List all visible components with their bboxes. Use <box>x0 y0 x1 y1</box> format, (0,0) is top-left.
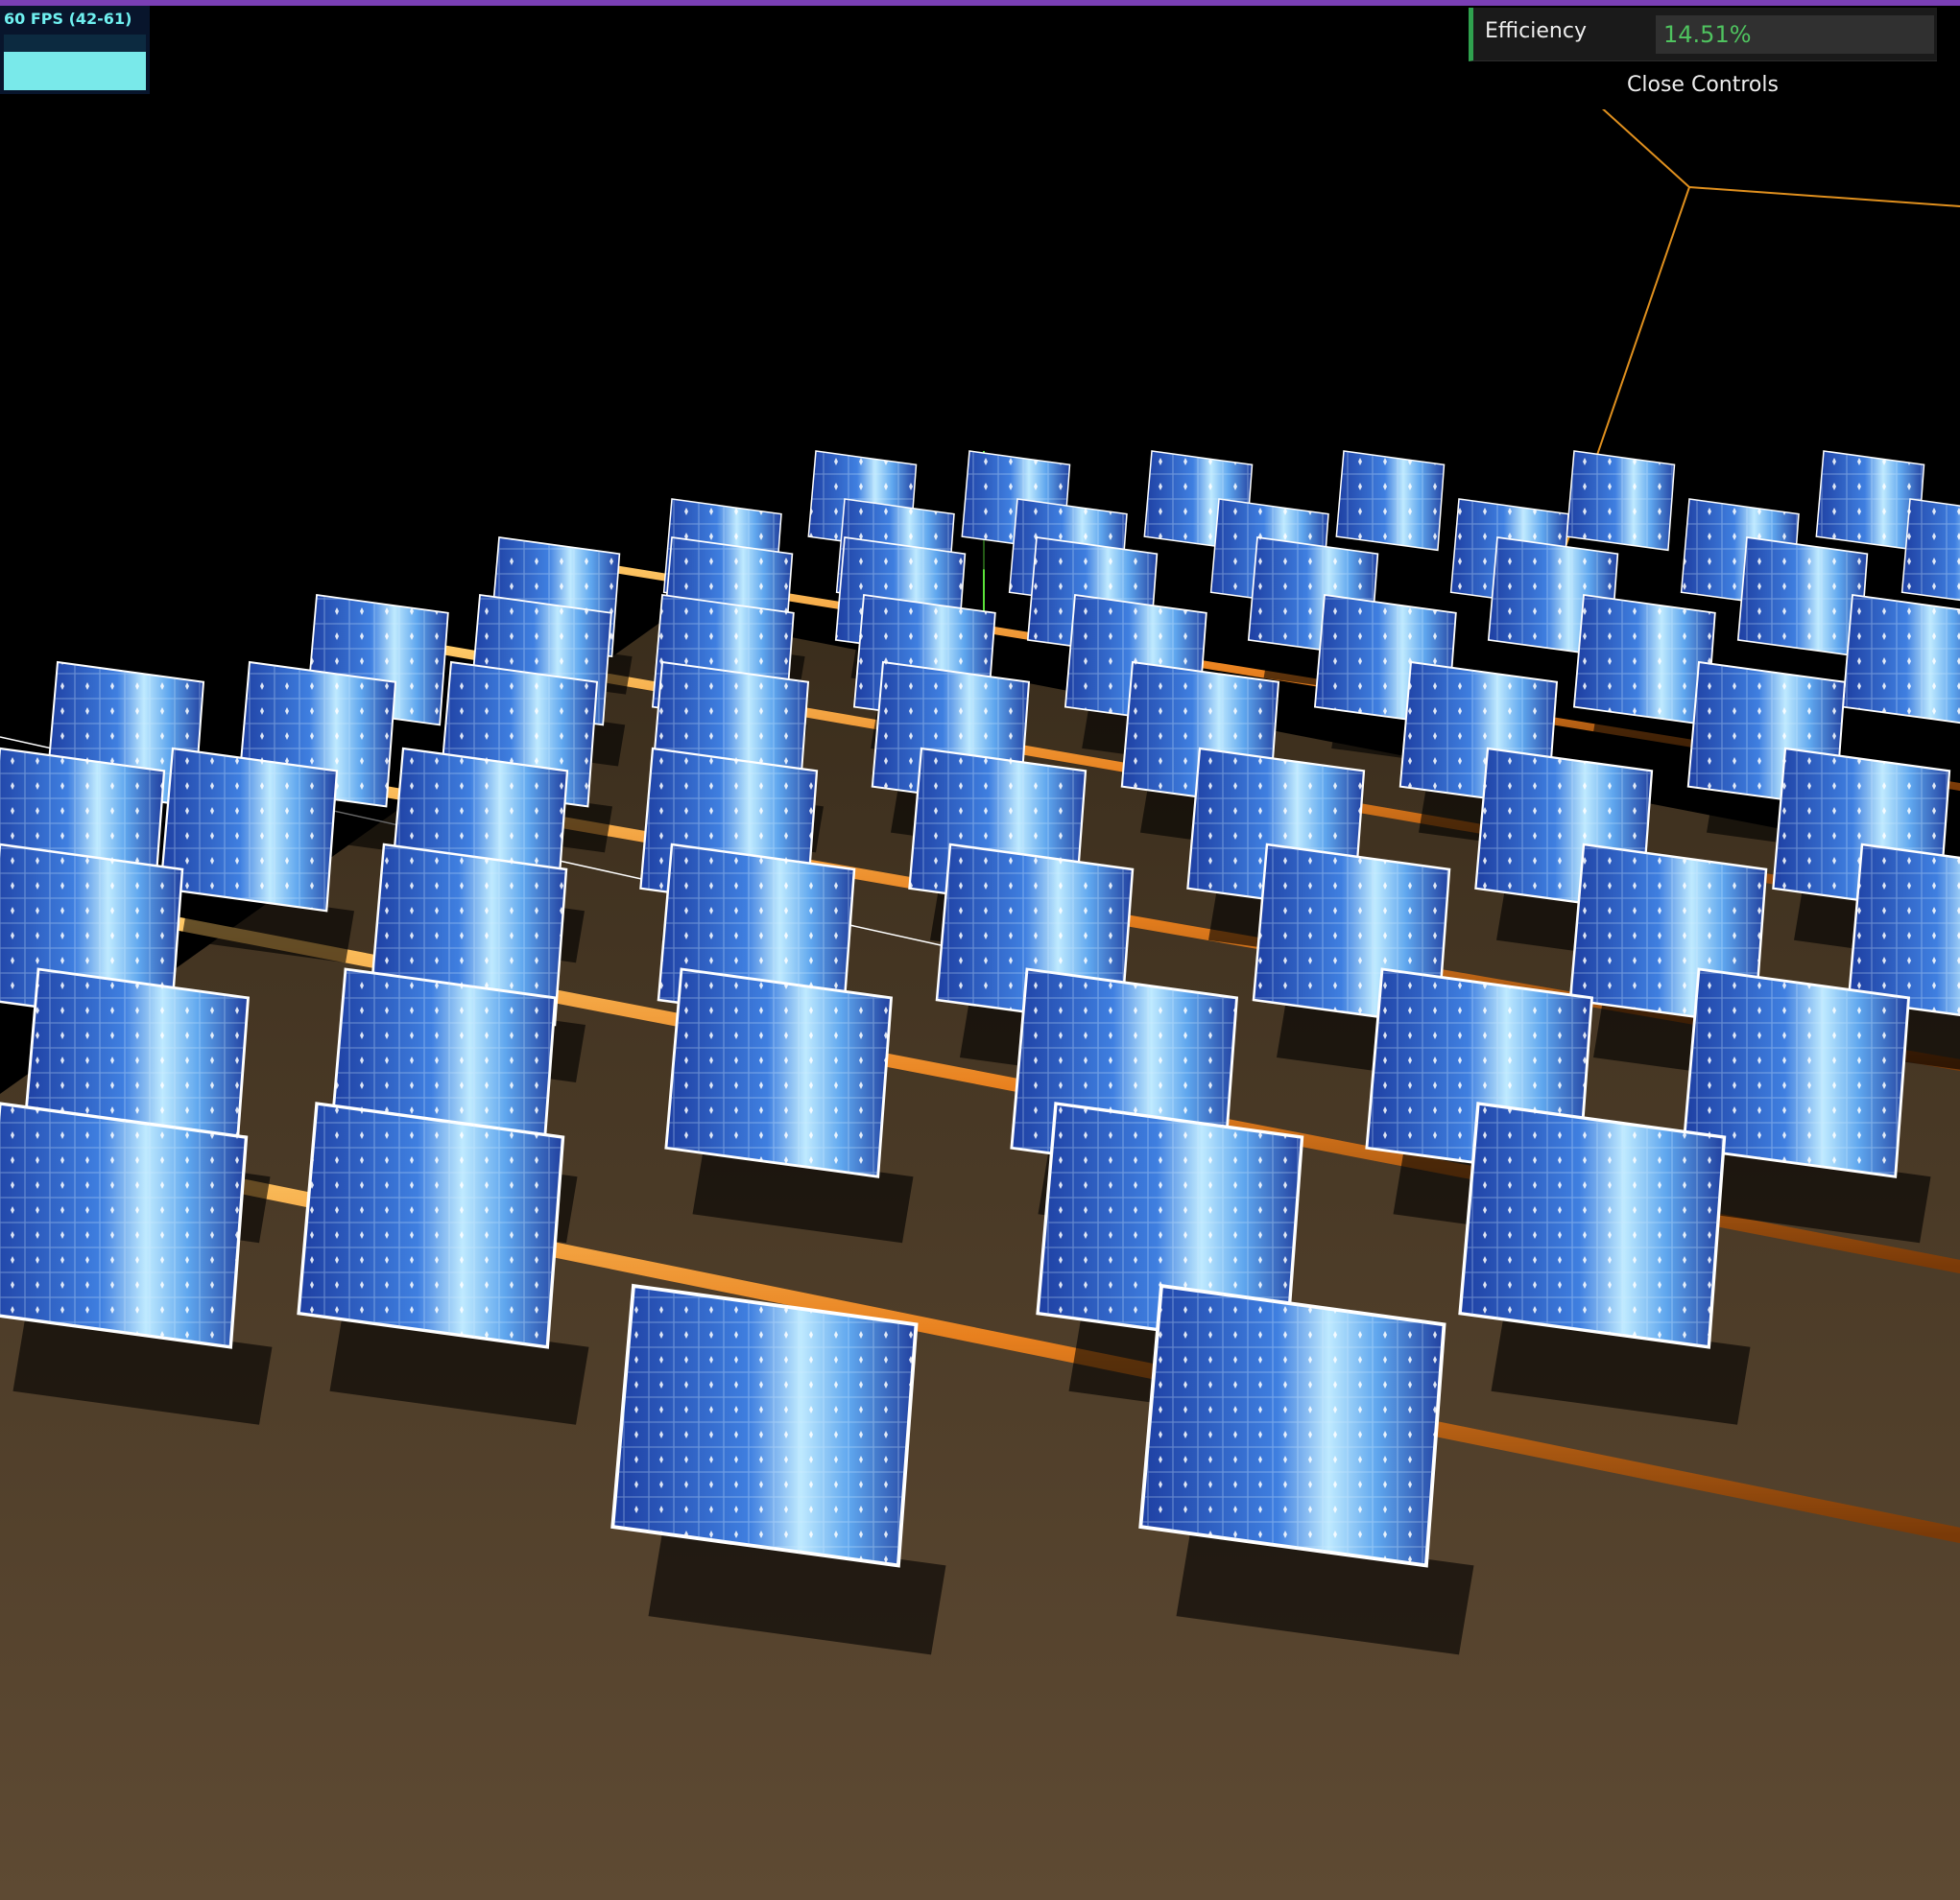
fps-readout: 60 FPS (42-61) <box>4 10 132 28</box>
close-controls-button[interactable]: Close Controls <box>1469 61 1937 109</box>
fps-graph-tick <box>13 61 15 71</box>
solar-farm-3d-scene[interactable] <box>0 0 1960 1900</box>
solar-panel-cells <box>1573 595 1715 725</box>
solar-panel-cells <box>160 748 337 912</box>
solar-panel-cells <box>1901 499 1960 601</box>
solar-panel-cells <box>1336 451 1445 551</box>
solar-panel-cells <box>665 969 892 1177</box>
solar-panel-cells <box>1460 1104 1725 1347</box>
solar-panel-cells <box>1842 595 1960 724</box>
efficiency-input[interactable] <box>1656 15 1934 54</box>
efficiency-control-row: Efficiency <box>1469 8 1937 61</box>
solar-panel-cells <box>299 1104 563 1347</box>
efficiency-label: Efficiency <box>1485 19 1587 43</box>
controls-panel: Efficiency Close Controls <box>1469 8 1937 109</box>
solar-panel-cells <box>1140 1286 1445 1566</box>
solar-panel-cells <box>1566 451 1675 551</box>
fps-stats-panel[interactable]: 60 FPS (42-61) <box>0 6 150 94</box>
solar-panel-cells <box>612 1286 917 1566</box>
solar-panel-cells <box>0 1104 247 1347</box>
fps-graph-fill <box>4 52 146 90</box>
fps-graph-tick <box>54 61 56 71</box>
fps-graph <box>4 35 146 90</box>
